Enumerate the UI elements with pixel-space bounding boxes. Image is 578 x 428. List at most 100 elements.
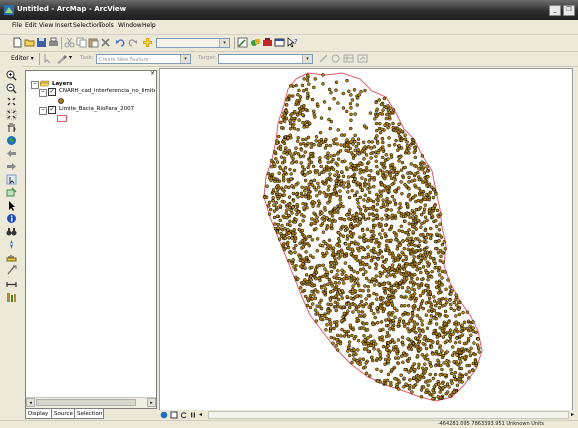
task-dropdown[interactable]: Create New Feature ▾ [96,54,191,64]
scroll-thumb[interactable] [36,399,136,406]
layer-visibility-checkbox[interactable]: ✓ [48,106,56,114]
editor-menu[interactable]: Editor ▾ [11,55,34,62]
edit-tool-icon[interactable] [42,53,53,64]
cnarh-point [311,255,315,260]
arctoolbox-icon[interactable] [262,37,273,48]
scroll-right-icon[interactable]: ▸ [571,410,574,420]
add-data-icon[interactable] [142,37,153,48]
refresh-icon[interactable] [180,411,188,419]
menu-window[interactable]: Window [118,22,142,29]
fixed-zoom-out-icon[interactable] [6,109,17,120]
layout-view-icon[interactable] [170,411,178,419]
pan-icon[interactable] [6,122,17,133]
identify-icon[interactable] [6,213,17,224]
cnarh-point [351,216,355,220]
map-scale-combo[interactable]: ▾ [156,38,230,48]
tab-selection[interactable]: Selection [74,408,104,419]
select-elements-icon[interactable] [6,200,17,211]
layer-name-cnarh[interactable]: CNARH_cad_interferencia_no_limite_se [59,88,155,94]
command-line-icon[interactable] [274,37,285,48]
delete-icon[interactable] [100,37,111,48]
restore-button[interactable]: ❐ [563,5,575,16]
cnarh-point [294,160,299,164]
map-horizontal-scrollbar[interactable] [208,411,569,419]
cnarh-point [372,178,376,182]
cnarh-point [455,336,459,341]
menu-edit[interactable]: Edit [25,22,37,29]
cnarh-point [370,301,375,306]
cnarh-point [342,334,347,338]
layers-collapse-toggle[interactable]: − [31,81,39,89]
data-view-icon[interactable] [160,411,168,419]
menu-file[interactable]: File [12,22,22,29]
cnarh-point [417,186,421,191]
cnarh-point [397,122,401,126]
undo-icon[interactable] [115,37,126,48]
cnarh-point [325,216,329,220]
whats-this-icon[interactable]: ? [287,37,298,48]
map-display[interactable] [159,68,573,412]
select-features-icon[interactable] [6,174,17,185]
cnarh-point [314,139,318,143]
scroll-left-icon[interactable]: ◂ [199,410,202,420]
minimize-button[interactable]: _ [549,5,561,16]
map-canvas[interactable] [160,69,572,411]
zoom-out-icon[interactable] [6,83,17,94]
tab-source[interactable]: Source [51,408,75,419]
forward-icon[interactable] [6,161,17,172]
open-icon[interactable] [24,37,35,48]
paste-icon[interactable] [88,37,99,48]
menu-insert[interactable]: Insert [55,22,72,29]
pause-drawing-icon[interactable] [189,411,197,419]
time-slider-icon[interactable] [6,292,17,303]
go-to-xy-icon[interactable] [6,239,17,250]
measure-icon[interactable] [6,252,17,263]
menu-tools[interactable]: Tools [99,22,114,29]
clear-selection-icon[interactable] [6,187,17,198]
cnarh-point [415,268,419,272]
layers-root-label[interactable]: Layers [52,81,72,87]
rotate-tool-icon[interactable] [330,53,341,64]
toc-horizontal-scrollbar[interactable]: ◂ ▸ [26,397,156,408]
fixed-zoom-in-icon[interactable] [6,96,17,107]
cnarh-point [339,179,344,183]
tab-display[interactable]: Display [25,408,52,419]
print-icon[interactable] [48,37,59,48]
layer-visibility-checkbox[interactable]: ✓ [48,88,56,96]
cnarh-point [336,157,341,161]
cnarh-point [303,178,308,183]
back-icon[interactable] [6,148,17,159]
cut-icon[interactable] [64,37,75,48]
layer-name-limite-bacia[interactable]: Limite_Bacia_RioPara_2007 [59,106,134,112]
copy-icon[interactable] [76,37,87,48]
layer-collapse-toggle[interactable]: − [39,107,47,115]
full-extent-icon[interactable] [6,135,17,146]
menu-view[interactable]: View [39,22,53,29]
cnarh-point [428,372,432,377]
split-tool-icon[interactable] [318,53,329,64]
hyperlink-icon[interactable] [6,265,17,276]
find-icon[interactable] [6,226,17,237]
cnarh-point [346,349,350,353]
cnarh-point [380,264,385,268]
arccatalog-icon[interactable] [250,37,261,48]
save-icon[interactable] [36,37,47,48]
redo-icon[interactable] [127,37,138,48]
menu-help[interactable]: Help [142,22,156,29]
cnarh-point [364,297,368,301]
scroll-right-icon[interactable]: ▸ [147,398,156,407]
cnarh-point [361,261,365,265]
toc-close-icon[interactable]: × [150,70,155,77]
cnarh-point [340,327,344,332]
swipe-icon[interactable] [6,279,17,290]
sketch-tool-icon[interactable] [56,53,67,64]
new-icon[interactable] [12,37,23,48]
zoom-in-icon[interactable] [6,70,17,81]
sketch-properties-icon[interactable] [357,53,368,64]
editor-toolbar-icon[interactable] [237,37,248,48]
menu-selection[interactable]: Selection [73,22,101,29]
target-dropdown[interactable]: ▾ [218,54,313,64]
scroll-left-icon[interactable]: ◂ [26,398,35,407]
layer-collapse-toggle[interactable]: − [39,89,47,97]
attributes-icon[interactable] [343,53,354,64]
